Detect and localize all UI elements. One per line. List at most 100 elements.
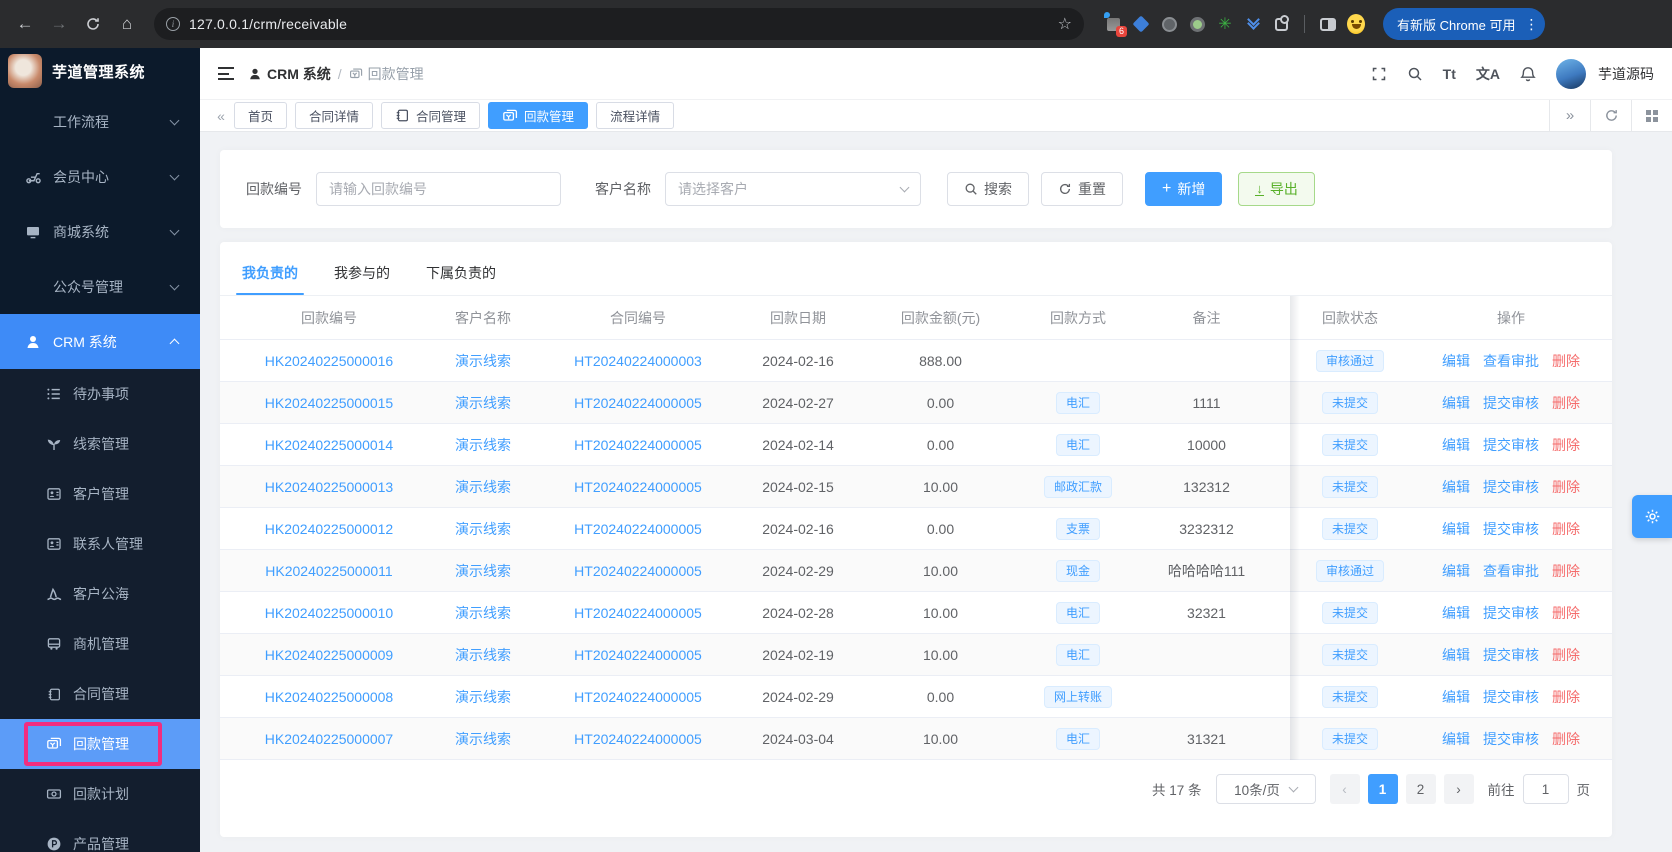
search-button[interactable]: 搜索 bbox=[947, 172, 1029, 206]
sidebar-subitem-8[interactable]: 回款计划 bbox=[0, 769, 200, 819]
customer-link[interactable]: 演示线索 bbox=[455, 521, 511, 537]
action-audit-link[interactable]: 提交审核 bbox=[1483, 435, 1539, 455]
action-delete-link[interactable]: 删除 bbox=[1552, 435, 1580, 455]
customer-link[interactable]: 演示线索 bbox=[455, 437, 511, 453]
receivable-code-link[interactable]: HK20240225000012 bbox=[265, 521, 393, 537]
profile-avatar-icon[interactable] bbox=[1347, 14, 1365, 34]
customer-link[interactable]: 演示线索 bbox=[455, 563, 511, 579]
sidebar-subitem-0[interactable]: 待办事项 bbox=[0, 369, 200, 419]
customer-link[interactable]: 演示线索 bbox=[455, 479, 511, 495]
search-icon[interactable] bbox=[1407, 66, 1423, 82]
forward-icon[interactable]: → bbox=[44, 9, 74, 39]
sidebar-item-0[interactable]: 工作流程 bbox=[0, 94, 200, 149]
contract-code-link[interactable]: HT20240224000005 bbox=[574, 689, 702, 705]
action-audit-link[interactable]: 提交审核 bbox=[1483, 393, 1539, 413]
page-tab-3[interactable]: 回款管理 bbox=[488, 102, 589, 129]
settings-gear-button[interactable] bbox=[1632, 495, 1672, 538]
chrome-menu-icon[interactable]: ⋮ bbox=[1523, 16, 1539, 33]
action-edit-link[interactable]: 编辑 bbox=[1442, 645, 1470, 665]
back-icon[interactable]: ← bbox=[10, 9, 40, 39]
bookmark-star-icon[interactable]: ☆ bbox=[1058, 14, 1072, 34]
sidebar-subitem-4[interactable]: 客户公海 bbox=[0, 569, 200, 619]
action-delete-link[interactable]: 删除 bbox=[1552, 645, 1580, 665]
sidebar-subitem-2[interactable]: 客户管理 bbox=[0, 469, 200, 519]
extension-green-star-icon[interactable]: ✳ bbox=[1216, 15, 1234, 33]
receivable-code-link[interactable]: HK20240225000013 bbox=[265, 479, 393, 495]
reload-icon[interactable] bbox=[78, 9, 108, 39]
page-size-select[interactable]: 10条/页 bbox=[1215, 774, 1316, 804]
action-delete-link[interactable]: 删除 bbox=[1552, 351, 1580, 371]
contract-code-link[interactable]: HT20240224000005 bbox=[574, 521, 702, 537]
customer-filter-select[interactable]: 请选择客户 bbox=[665, 172, 921, 206]
address-bar[interactable]: i 127.0.0.1/crm/receivable ☆ bbox=[154, 8, 1084, 40]
receivable-code-link[interactable]: HK20240225000008 bbox=[265, 689, 393, 705]
sidebar-item-3[interactable]: 公众号管理 bbox=[0, 259, 200, 314]
tab-options-grid-icon[interactable] bbox=[1631, 100, 1672, 131]
action-delete-link[interactable]: 删除 bbox=[1552, 477, 1580, 497]
customer-link[interactable]: 演示线索 bbox=[455, 647, 511, 663]
sidebar-subitem-7[interactable]: 回款管理 bbox=[0, 719, 200, 769]
action-audit-link[interactable]: 提交审核 bbox=[1483, 687, 1539, 707]
username[interactable]: 芋道源码 bbox=[1598, 64, 1654, 84]
tabs-scroll-right-icon[interactable]: » bbox=[1549, 100, 1590, 131]
action-audit-link[interactable]: 提交审核 bbox=[1483, 477, 1539, 497]
contract-code-link[interactable]: HT20240224000005 bbox=[574, 731, 702, 747]
customer-link[interactable]: 演示线索 bbox=[455, 353, 511, 369]
action-delete-link[interactable]: 删除 bbox=[1552, 687, 1580, 707]
page-number-2[interactable]: 2 bbox=[1405, 774, 1436, 804]
menu-collapse-icon[interactable] bbox=[218, 67, 234, 80]
receivable-code-link[interactable]: HK20240225000016 bbox=[265, 353, 393, 369]
tabs-scroll-left-icon[interactable]: « bbox=[208, 108, 234, 124]
customer-link[interactable]: 演示线索 bbox=[455, 605, 511, 621]
action-edit-link[interactable]: 编辑 bbox=[1442, 435, 1470, 455]
reset-button[interactable]: 重置 bbox=[1041, 172, 1123, 206]
action-delete-link[interactable]: 删除 bbox=[1552, 729, 1580, 749]
page-tab-2[interactable]: 合同管理 bbox=[381, 102, 481, 129]
receivable-code-link[interactable]: HK20240225000007 bbox=[265, 731, 393, 747]
action-delete-link[interactable]: 删除 bbox=[1552, 393, 1580, 413]
contract-code-link[interactable]: HT20240224000005 bbox=[574, 647, 702, 663]
extension-chevrons-icon[interactable] bbox=[1244, 13, 1262, 33]
add-button[interactable]: + 新增 bbox=[1145, 172, 1223, 206]
action-edit-link[interactable]: 编辑 bbox=[1442, 351, 1470, 371]
contract-code-link[interactable]: HT20240224000005 bbox=[574, 437, 702, 453]
prev-page-icon[interactable]: ‹ bbox=[1329, 774, 1360, 804]
extension-green-circle-icon[interactable] bbox=[1188, 15, 1206, 33]
action-delete-link[interactable]: 删除 bbox=[1552, 519, 1580, 539]
receivable-code-link[interactable]: HK20240225000010 bbox=[265, 605, 393, 621]
extensions-puzzle-icon[interactable] bbox=[1272, 14, 1290, 33]
tab-refresh-icon[interactable] bbox=[1590, 100, 1631, 131]
action-audit-link[interactable]: 查看审批 bbox=[1483, 351, 1539, 371]
action-edit-link[interactable]: 编辑 bbox=[1442, 477, 1470, 497]
fullscreen-icon[interactable] bbox=[1371, 66, 1387, 82]
action-edit-link[interactable]: 编辑 bbox=[1442, 729, 1470, 749]
sidebar-subitem-5[interactable]: 商机管理 bbox=[0, 619, 200, 669]
sidebar-item-4[interactable]: CRM 系统 bbox=[0, 314, 200, 369]
contract-code-link[interactable]: HT20240224000005 bbox=[574, 605, 702, 621]
translate-icon[interactable]: 文A bbox=[1476, 64, 1500, 84]
contract-code-link[interactable]: HT20240224000005 bbox=[574, 479, 702, 495]
next-page-icon[interactable]: › bbox=[1443, 774, 1474, 804]
page-tab-4[interactable]: 流程详情 bbox=[596, 102, 675, 129]
contract-code-link[interactable]: HT20240224000003 bbox=[574, 353, 702, 369]
receivable-code-link[interactable]: HK20240225000015 bbox=[265, 395, 393, 411]
receivable-code-link[interactable]: HK20240225000011 bbox=[265, 563, 392, 579]
contract-code-link[interactable]: HT20240224000005 bbox=[574, 563, 702, 579]
sidebar-item-1[interactable]: 会员中心 bbox=[0, 149, 200, 204]
action-edit-link[interactable]: 编辑 bbox=[1442, 519, 1470, 539]
contract-code-link[interactable]: HT20240224000005 bbox=[574, 395, 702, 411]
customer-link[interactable]: 演示线索 bbox=[455, 689, 511, 705]
action-edit-link[interactable]: 编辑 bbox=[1442, 561, 1470, 581]
sidebar-subitem-9[interactable]: 产品管理 bbox=[0, 819, 200, 852]
breadcrumb-root[interactable]: CRM 系统 bbox=[248, 64, 331, 84]
sidebar-subitem-6[interactable]: 合同管理 bbox=[0, 669, 200, 719]
font-size-icon[interactable]: Tt bbox=[1443, 66, 1456, 82]
sidebar-subitem-1[interactable]: 线索管理 bbox=[0, 419, 200, 469]
receivable-code-link[interactable]: HK20240225000009 bbox=[265, 647, 393, 663]
site-info-icon[interactable]: i bbox=[166, 17, 180, 31]
user-avatar[interactable] bbox=[1556, 58, 1586, 89]
scope-tab-2[interactable]: 下属负责的 bbox=[426, 263, 496, 295]
action-delete-link[interactable]: 删除 bbox=[1552, 561, 1580, 581]
side-panel-icon[interactable] bbox=[1319, 15, 1337, 33]
sidebar-subitem-3[interactable]: 联系人管理 bbox=[0, 519, 200, 569]
